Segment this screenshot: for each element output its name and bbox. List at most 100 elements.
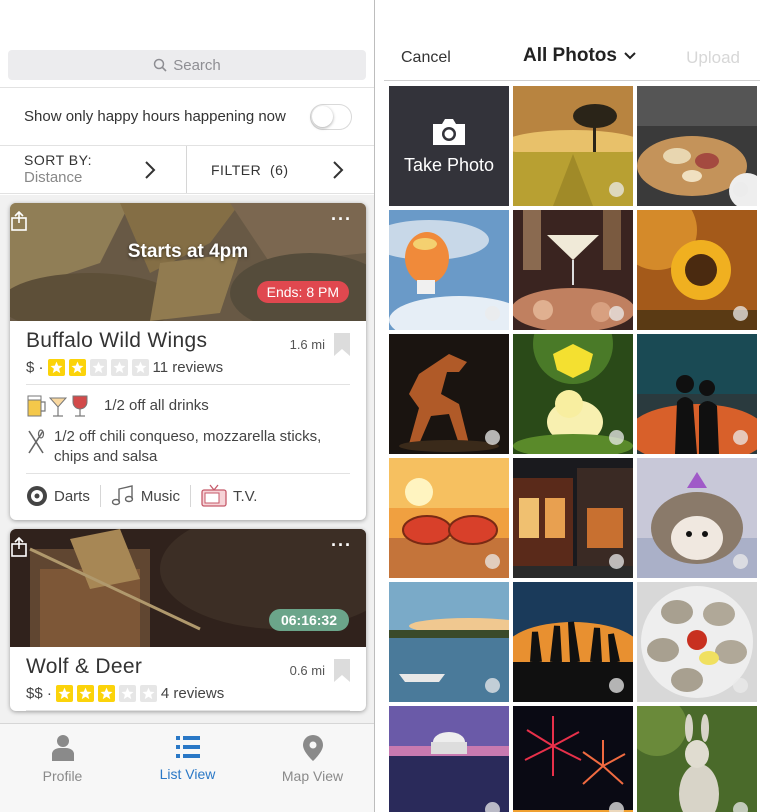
photo-thumbnail[interactable]: [513, 706, 633, 812]
photo-thumbnail[interactable]: [389, 210, 509, 330]
album-selector[interactable]: All Photos: [523, 45, 637, 67]
photo-thumbnail[interactable]: [513, 582, 633, 702]
more-options-icon[interactable]: ···: [331, 535, 352, 556]
darts-icon: [27, 486, 47, 506]
select-circle[interactable]: [733, 430, 748, 445]
photo-grid: Take Photo: [389, 86, 757, 812]
more-options-icon[interactable]: ···: [331, 209, 352, 230]
star-icon: [110, 359, 128, 376]
search-icon: [153, 58, 167, 72]
photo-thumbnail[interactable]: [637, 334, 757, 454]
photo-thumbnail[interactable]: [513, 86, 633, 206]
tab-list-label: List View: [159, 766, 216, 782]
photo-thumbnail[interactable]: [637, 706, 757, 812]
photo-thumbnail[interactable]: [389, 706, 509, 812]
divider: [99, 485, 101, 507]
select-circle[interactable]: [609, 306, 624, 321]
music-icon: [111, 485, 134, 506]
amenity-tv: T.V.: [233, 487, 258, 505]
venue-details: Wolf & Deer 0.6 mi $$ · 4 reviews: [10, 647, 366, 711]
star-icon: [139, 685, 157, 702]
select-circle[interactable]: [485, 678, 500, 693]
bookmark-icon[interactable]: [334, 333, 350, 356]
select-circle[interactable]: [609, 430, 624, 445]
venue-photo: Starts at 4pm ··· Ends: 8 PM: [10, 203, 366, 321]
cancel-button[interactable]: Cancel: [401, 49, 451, 67]
happy-hour-list[interactable]: Starts at 4pm ··· Ends: 8 PM Buffalo Wil…: [0, 195, 374, 723]
sort-button[interactable]: SORT BY: Distance: [0, 146, 187, 193]
select-circle[interactable]: [609, 182, 624, 197]
share-icon[interactable]: [10, 537, 28, 557]
memorial-dusk-photo: [389, 706, 509, 812]
camera-icon: [433, 118, 465, 145]
upload-button[interactable]: Upload: [686, 48, 740, 68]
photo-thumbnail[interactable]: [513, 458, 633, 578]
food-deal: 1/2 off chili conqueso, mozzarella stick…: [26, 427, 350, 467]
select-circle[interactable]: [485, 430, 500, 445]
search-input[interactable]: Search: [8, 50, 366, 80]
photo-thumbnail[interactable]: [637, 86, 757, 206]
photo-thumbnail[interactable]: [389, 458, 509, 578]
review-count[interactable]: 4 reviews: [161, 685, 224, 702]
start-time-overlay: Starts at 4pm: [127, 241, 249, 262]
tab-list-view[interactable]: List View: [125, 724, 250, 812]
select-circle[interactable]: [733, 306, 748, 321]
select-circle[interactable]: [609, 802, 624, 812]
take-photo-button[interactable]: Take Photo: [389, 86, 509, 206]
price-level: $ ·: [26, 359, 44, 376]
price-rating-row: $$ · 4 reviews: [26, 685, 350, 711]
photo-thumbnail[interactable]: [637, 582, 757, 702]
photo-thumbnail[interactable]: [389, 582, 509, 702]
select-circle[interactable]: [733, 182, 748, 197]
photo-picker-nav: Cancel All Photos Upload: [384, 36, 760, 81]
select-circle[interactable]: [485, 802, 500, 812]
map-pin-icon: [302, 735, 323, 761]
tab-profile[interactable]: Profile: [0, 724, 125, 812]
select-circle[interactable]: [733, 554, 748, 569]
star-icon: [68, 359, 86, 376]
photo-thumbnail[interactable]: [389, 334, 509, 454]
photo-thumbnail[interactable]: [513, 210, 633, 330]
venue-photo: ··· 06:16:32: [10, 529, 366, 647]
star-icon: [47, 359, 65, 376]
tv-icon: [201, 484, 227, 507]
star-icon: [76, 685, 94, 702]
list-icon: [175, 736, 200, 758]
tab-map-label: Map View: [281, 768, 344, 784]
venue-distance: 1.6 mi: [289, 337, 325, 352]
select-circle[interactable]: [485, 306, 500, 321]
select-circle[interactable]: [609, 678, 624, 693]
amenity-darts: Darts: [54, 487, 90, 505]
search-placeholder: Search: [173, 56, 221, 74]
drinks-icon: [27, 395, 88, 417]
venue-details: Buffalo Wild Wings 1.6 mi $ · 11 reviews: [10, 321, 366, 520]
venue-card[interactable]: ··· 06:16:32 Wolf & Deer 0.6 mi $$ · 4 r…: [10, 529, 366, 711]
photo-thumbnail[interactable]: [637, 210, 757, 330]
chevron-right-icon: [333, 161, 344, 179]
happening-now-toggle[interactable]: [310, 103, 352, 130]
album-title: All Photos: [523, 45, 617, 66]
select-circle[interactable]: [485, 554, 500, 569]
countdown-badge: 06:16:32: [268, 609, 349, 631]
price-level: $$ ·: [26, 685, 52, 702]
filter-button[interactable]: FILTER (6): [187, 146, 374, 193]
filter-count: (6): [269, 161, 289, 178]
review-count[interactable]: 11 reviews: [153, 359, 224, 376]
venue-card[interactable]: Starts at 4pm ··· Ends: 8 PM Buffalo Wil…: [10, 203, 366, 520]
happening-now-row: Show only happy hours happening now: [0, 88, 374, 146]
tab-bar: Profile List View Map View: [0, 723, 374, 812]
select-circle[interactable]: [733, 802, 748, 812]
chevron-right-icon: [145, 161, 156, 179]
tab-map-view[interactable]: Map View: [250, 724, 374, 812]
select-circle[interactable]: [733, 678, 748, 693]
star-icon: [89, 359, 107, 376]
photo-thumbnail[interactable]: [637, 458, 757, 578]
select-circle[interactable]: [609, 554, 624, 569]
happening-now-label: Show only happy hours happening now: [24, 108, 286, 125]
share-icon[interactable]: [10, 211, 28, 231]
chevron-down-icon: [624, 52, 636, 60]
photo-thumbnail[interactable]: [513, 334, 633, 454]
bookmark-icon[interactable]: [334, 659, 350, 682]
divider: [190, 485, 192, 507]
happy-hour-list-screen: Search Show only happy hours happening n…: [0, 0, 375, 812]
